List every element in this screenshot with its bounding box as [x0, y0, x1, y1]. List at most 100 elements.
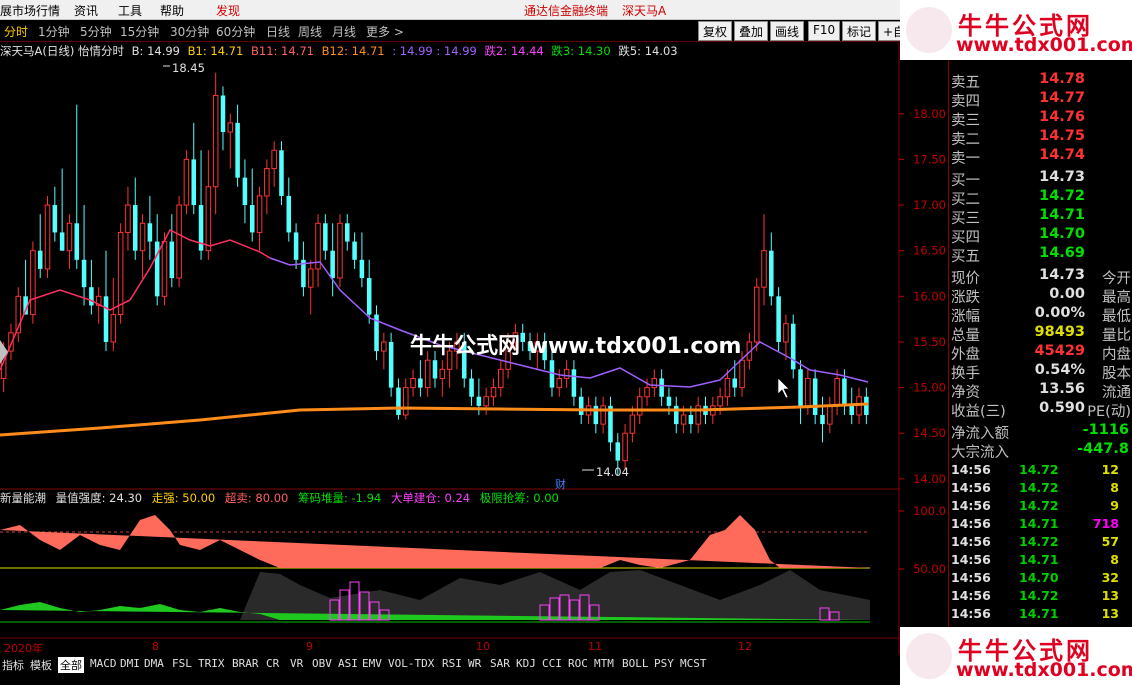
candle-body — [483, 396, 489, 407]
indicator-tab[interactable]: EMV — [362, 657, 382, 670]
tick-price: 14.71 — [1019, 606, 1059, 621]
candle-body — [680, 414, 687, 425]
mark-button[interactable]: 标记 — [842, 21, 877, 41]
tick-time: 14:56 — [951, 498, 991, 513]
indicator-tab[interactable]: ASI — [338, 657, 358, 670]
indicator-tab[interactable]: SAR — [490, 657, 510, 670]
candle-body — [307, 268, 314, 288]
indicator-tab[interactable]: VOL-TDX — [388, 657, 434, 670]
candle-body — [256, 195, 263, 233]
bid-value: 14.72 — [1039, 188, 1085, 204]
axis-label: 14.00 — [913, 472, 946, 486]
stat-row: 换手 0.54% 股本 — [949, 362, 1132, 382]
tab-intraday[interactable]: 分时 — [4, 23, 28, 40]
indicator-tab[interactable]: BRAR — [232, 657, 259, 670]
stat-value: 0.590 — [1039, 400, 1085, 416]
menu-discover[interactable]: 发现 — [216, 2, 240, 19]
indicator-tab[interactable]: MCST — [680, 657, 707, 670]
f10-button[interactable]: F10 — [808, 21, 841, 41]
candle-body — [315, 222, 321, 270]
tab-more[interactable]: 更多 > — [366, 23, 404, 40]
indicator-tab[interactable]: RSI — [442, 657, 462, 670]
overlay-button[interactable]: 叠加 — [734, 21, 769, 41]
indicator-tab[interactable]: DMI — [120, 657, 140, 670]
candle-body — [396, 387, 401, 415]
stat-label2: 今开 — [1102, 271, 1131, 287]
indicator-tab[interactable]: OBV — [312, 657, 332, 670]
indicator-tab[interactable]: KDJ — [516, 657, 536, 670]
axis-label: 15.50 — [913, 335, 946, 349]
candle-body — [469, 378, 474, 397]
tab-monthly[interactable]: 月线 — [332, 23, 356, 40]
stat-label: 涨跌 — [951, 290, 980, 306]
draw-line-button[interactable]: 画线 — [770, 21, 805, 41]
indicator-tab[interactable]: FSL — [172, 657, 192, 670]
indicator-tab[interactable]: CCI — [542, 657, 562, 670]
menu-news[interactable]: 资讯 — [74, 2, 98, 19]
restore-rights-button[interactable]: 复权 — [698, 21, 733, 41]
indicator-title-line: 新量能潮 量值强度: 24.30 走强: 50.00 超卖: 80.00 筹码堆… — [0, 490, 900, 508]
indicator-grey-area — [240, 570, 870, 620]
tick-volume: 8 — [1110, 552, 1119, 567]
candle-body — [812, 378, 818, 415]
tab-weekly[interactable]: 周线 — [298, 23, 322, 40]
tab-daily[interactable]: 日线 — [266, 23, 290, 40]
bid-value: 14.69 — [1039, 245, 1085, 261]
indicator-tab[interactable]: MACD — [90, 657, 117, 670]
candle-body — [827, 405, 833, 425]
indicator-tab[interactable]: PSY — [654, 657, 674, 670]
indicator-tab[interactable]: ROC — [568, 657, 588, 670]
candle-body — [593, 405, 599, 425]
candle-body — [490, 387, 497, 398]
candle-body — [622, 432, 628, 462]
menu-market[interactable]: 展市场行情 — [0, 2, 60, 19]
ask-value: 14.75 — [1039, 128, 1085, 144]
tab-15min[interactable]: 15分钟 — [120, 23, 159, 40]
indicator-tab[interactable]: DMA — [144, 657, 164, 670]
candle-body — [125, 204, 131, 233]
info-b12: B12: 14.71 — [321, 44, 385, 58]
stat-label: 现价 — [951, 271, 980, 287]
indicator-tab[interactable]: WR — [468, 657, 481, 670]
info-d5: 跌5: 14.03 — [618, 44, 678, 58]
candle-body — [651, 377, 658, 389]
bid-label: 买四 — [951, 230, 980, 246]
date-axis: 2020年 8 9 10 11 12 — [0, 640, 900, 655]
candle-body — [337, 222, 343, 279]
indicator-tab[interactable]: VR — [290, 657, 303, 670]
indicator-axis-label: 50.00 — [913, 562, 946, 576]
tab-60min[interactable]: 60分钟 — [216, 23, 255, 40]
indicator-tab[interactable]: BOLL — [622, 657, 649, 670]
candle-body — [798, 369, 803, 406]
menu-help[interactable]: 帮助 — [160, 2, 184, 19]
tick-volume: 13 — [1101, 606, 1119, 621]
candle-body — [147, 223, 153, 242]
indicator-tab[interactable]: TRIX — [198, 657, 225, 670]
indicator-tab[interactable]: MTM — [594, 657, 614, 670]
stat-value: 45429 — [1034, 343, 1085, 359]
info-v: : 14.99 : 14.99 — [392, 44, 477, 58]
indicator-name[interactable]: 新量能潮 — [0, 491, 46, 505]
indicator-tab[interactable]: 指标 — [2, 657, 24, 673]
tick-volume: 13 — [1101, 588, 1119, 603]
candle-body — [864, 396, 869, 415]
tab-5min[interactable]: 5分钟 — [80, 23, 112, 40]
tab-30min[interactable]: 30分钟 — [170, 23, 209, 40]
candle-body — [388, 341, 394, 388]
bid-label: 买二 — [951, 192, 980, 208]
mouse-cursor-icon — [777, 377, 790, 399]
stat-value: 98493 — [1034, 324, 1085, 340]
indicator-magenta-bar — [589, 604, 600, 621]
indicator-tab[interactable]: 全部 — [58, 657, 84, 673]
indicator-tab[interactable]: 模板 — [30, 657, 52, 673]
indicator-tab[interactable]: CR — [266, 657, 279, 670]
date-month-11: 11 — [588, 640, 602, 653]
stat-row: 净资 13.56 流通 — [949, 381, 1132, 401]
candle-body — [352, 241, 357, 260]
stat-row: 总量 98493 量比 — [949, 324, 1132, 344]
menu-tools[interactable]: 工具 — [118, 2, 142, 19]
candle-body — [673, 405, 679, 425]
candle-body — [402, 387, 409, 416]
candle-body — [198, 205, 204, 251]
tab-1min[interactable]: 1分钟 — [38, 23, 70, 40]
